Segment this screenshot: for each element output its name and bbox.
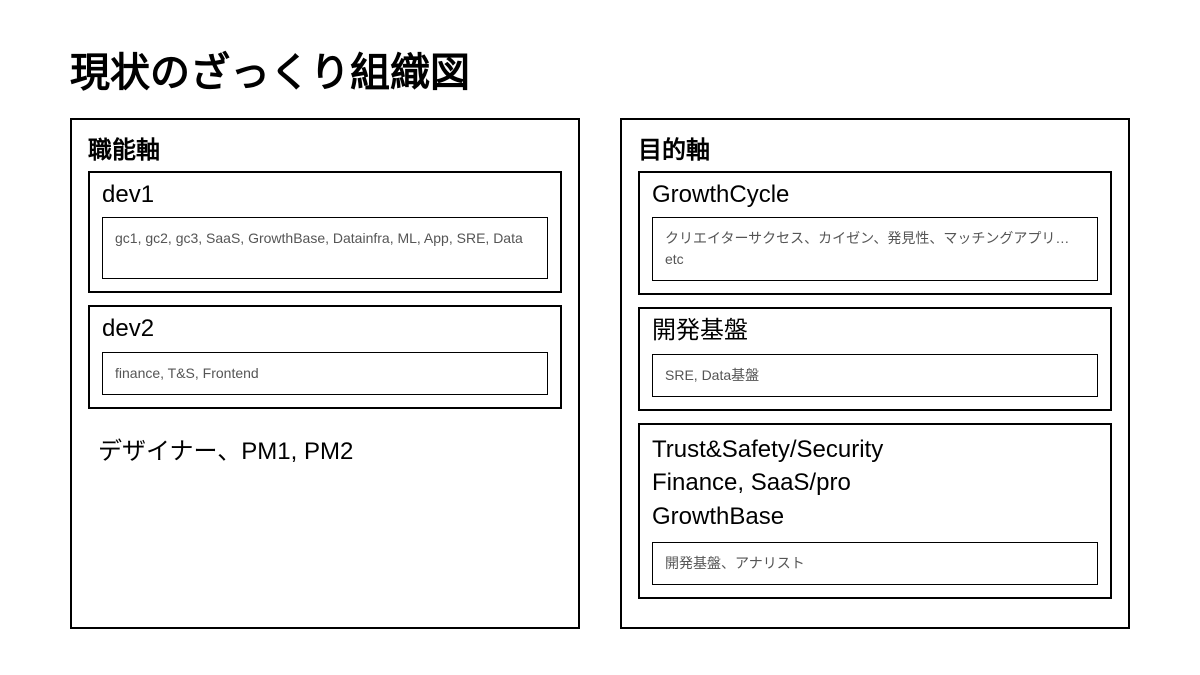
right-axis-title: 目的軸 (638, 130, 1112, 165)
multi-title: Trust&Safety/SecurityFinance, SaaS/proGr… (652, 433, 1098, 534)
multi-group: Trust&Safety/SecurityFinance, SaaS/proGr… (638, 423, 1112, 599)
dev-base-group: 開発基盤 SRE, Data基盤 (638, 307, 1112, 410)
left-others: デザイナー、PM1, PM2 (98, 431, 562, 466)
dev2-items: finance, T&S, Frontend (102, 352, 548, 395)
dev1-items: gc1, gc2, gc3, SaaS, GrowthBase, Datainf… (102, 217, 548, 279)
page-title: 現状のざっくり組織図 (70, 40, 1130, 98)
dev-base-items: SRE, Data基盤 (652, 354, 1098, 397)
growth-cycle-group: GrowthCycle クリエイターサクセス、カイゼン、発見性、マッチングアプリ… (638, 171, 1112, 295)
growth-cycle-title: GrowthCycle (652, 179, 1098, 211)
multi-items: 開発基盤、アナリスト (652, 542, 1098, 585)
right-axis-box: 目的軸 GrowthCycle クリエイターサクセス、カイゼン、発見性、マッチン… (620, 118, 1130, 629)
dev2-group: dev2 finance, T&S, Frontend (88, 305, 562, 408)
columns: 職能軸 dev1 gc1, gc2, gc3, SaaS, GrowthBase… (70, 118, 1130, 629)
dev1-group: dev1 gc1, gc2, gc3, SaaS, GrowthBase, Da… (88, 171, 562, 293)
left-axis-box: 職能軸 dev1 gc1, gc2, gc3, SaaS, GrowthBase… (70, 118, 580, 629)
dev1-title: dev1 (102, 179, 548, 211)
dev2-title: dev2 (102, 313, 548, 345)
growth-cycle-items: クリエイターサクセス、カイゼン、発見性、マッチングアプリ…etc (652, 217, 1098, 281)
dev-base-title: 開発基盤 (652, 315, 1098, 347)
left-axis-title: 職能軸 (88, 130, 562, 165)
